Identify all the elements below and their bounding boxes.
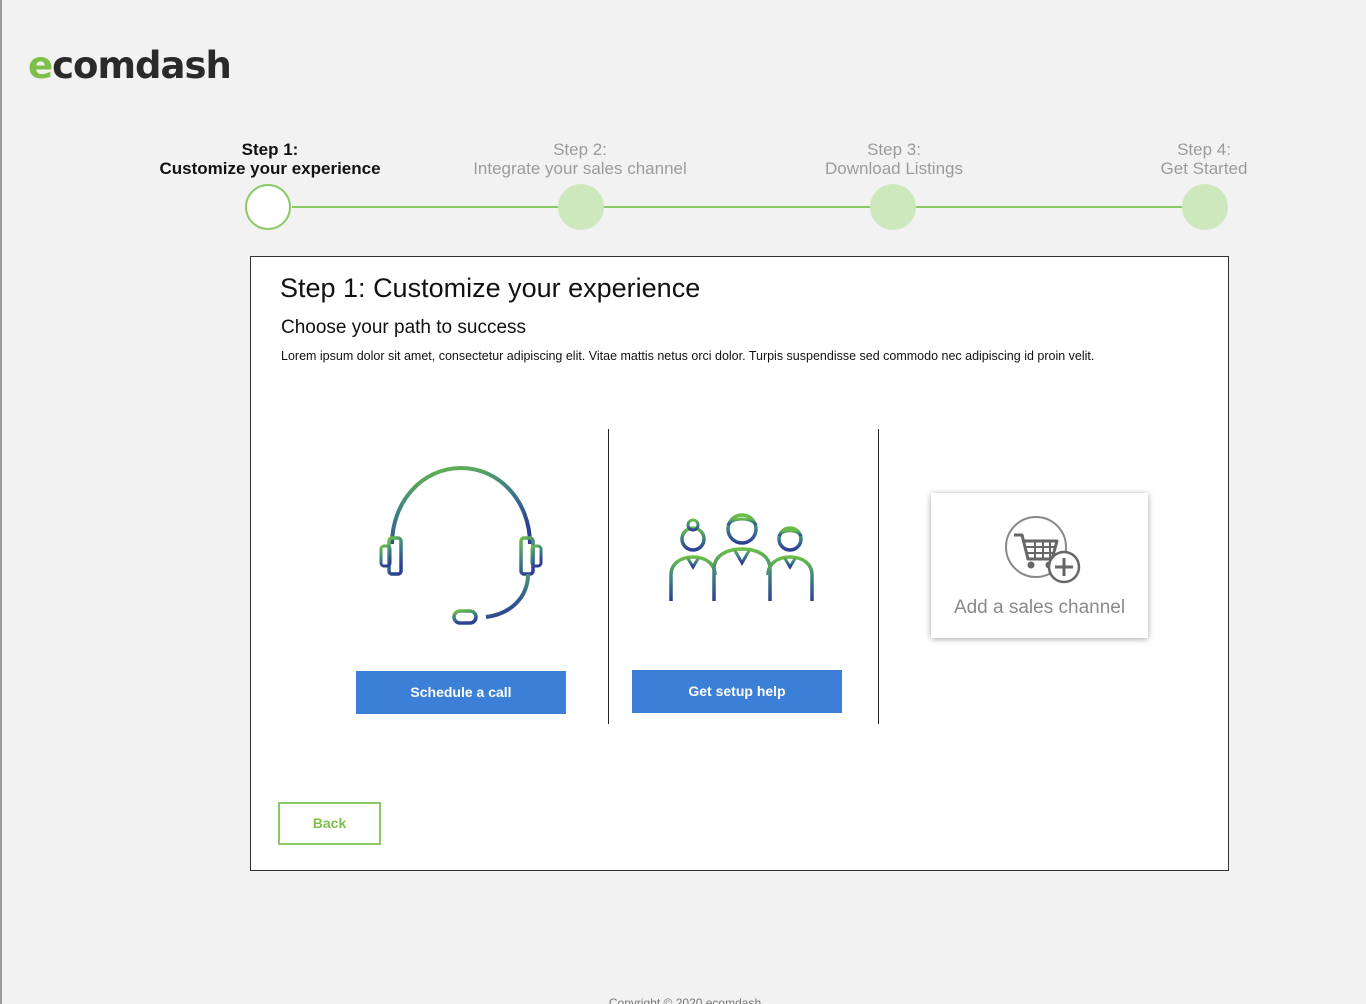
back-button[interactable]: Back	[278, 802, 381, 845]
headset-icon	[376, 462, 546, 632]
stepper-track	[292, 206, 1206, 208]
step-1-label: Step 1: Customize your experience	[159, 140, 381, 178]
step-4-label: Step 4: Get Started	[1160, 140, 1248, 178]
card-title: Step 1: Customize your experience	[280, 273, 701, 303]
get-setup-help-button[interactable]: Get setup help	[632, 670, 842, 713]
option-divider-1	[608, 429, 609, 724]
add-sales-channel-card[interactable]: Add a sales channel	[931, 493, 1148, 638]
step-4-circle[interactable]	[1182, 184, 1228, 230]
footer-copyright: Copyright © 2020 ecomdash	[608, 996, 762, 1004]
card-description: Lorem ipsum dolor sit amet, consectetur …	[281, 349, 1095, 363]
schedule-call-button[interactable]: Schedule a call	[356, 671, 566, 714]
add-sales-channel-label: Add a sales channel	[953, 597, 1126, 618]
brand-logo: ecomdash	[28, 44, 232, 87]
cart-plus-icon	[1004, 515, 1082, 585]
option-divider-2	[878, 429, 879, 724]
step-3-circle[interactable]	[870, 184, 916, 230]
step-2-label: Step 2: Integrate your sales channel	[473, 140, 687, 178]
team-icon	[666, 509, 816, 605]
step-1-circle[interactable]	[245, 184, 291, 230]
step-2-circle[interactable]	[558, 184, 604, 230]
card-subtitle: Choose your path to success	[281, 317, 527, 338]
step-3-label: Step 3: Download Listings	[825, 140, 963, 178]
onboarding-stepper: Step 1: Customize your experience Step 2…	[2, 140, 1366, 235]
customize-card: Step 1: Customize your experience Choose…	[250, 256, 1229, 871]
